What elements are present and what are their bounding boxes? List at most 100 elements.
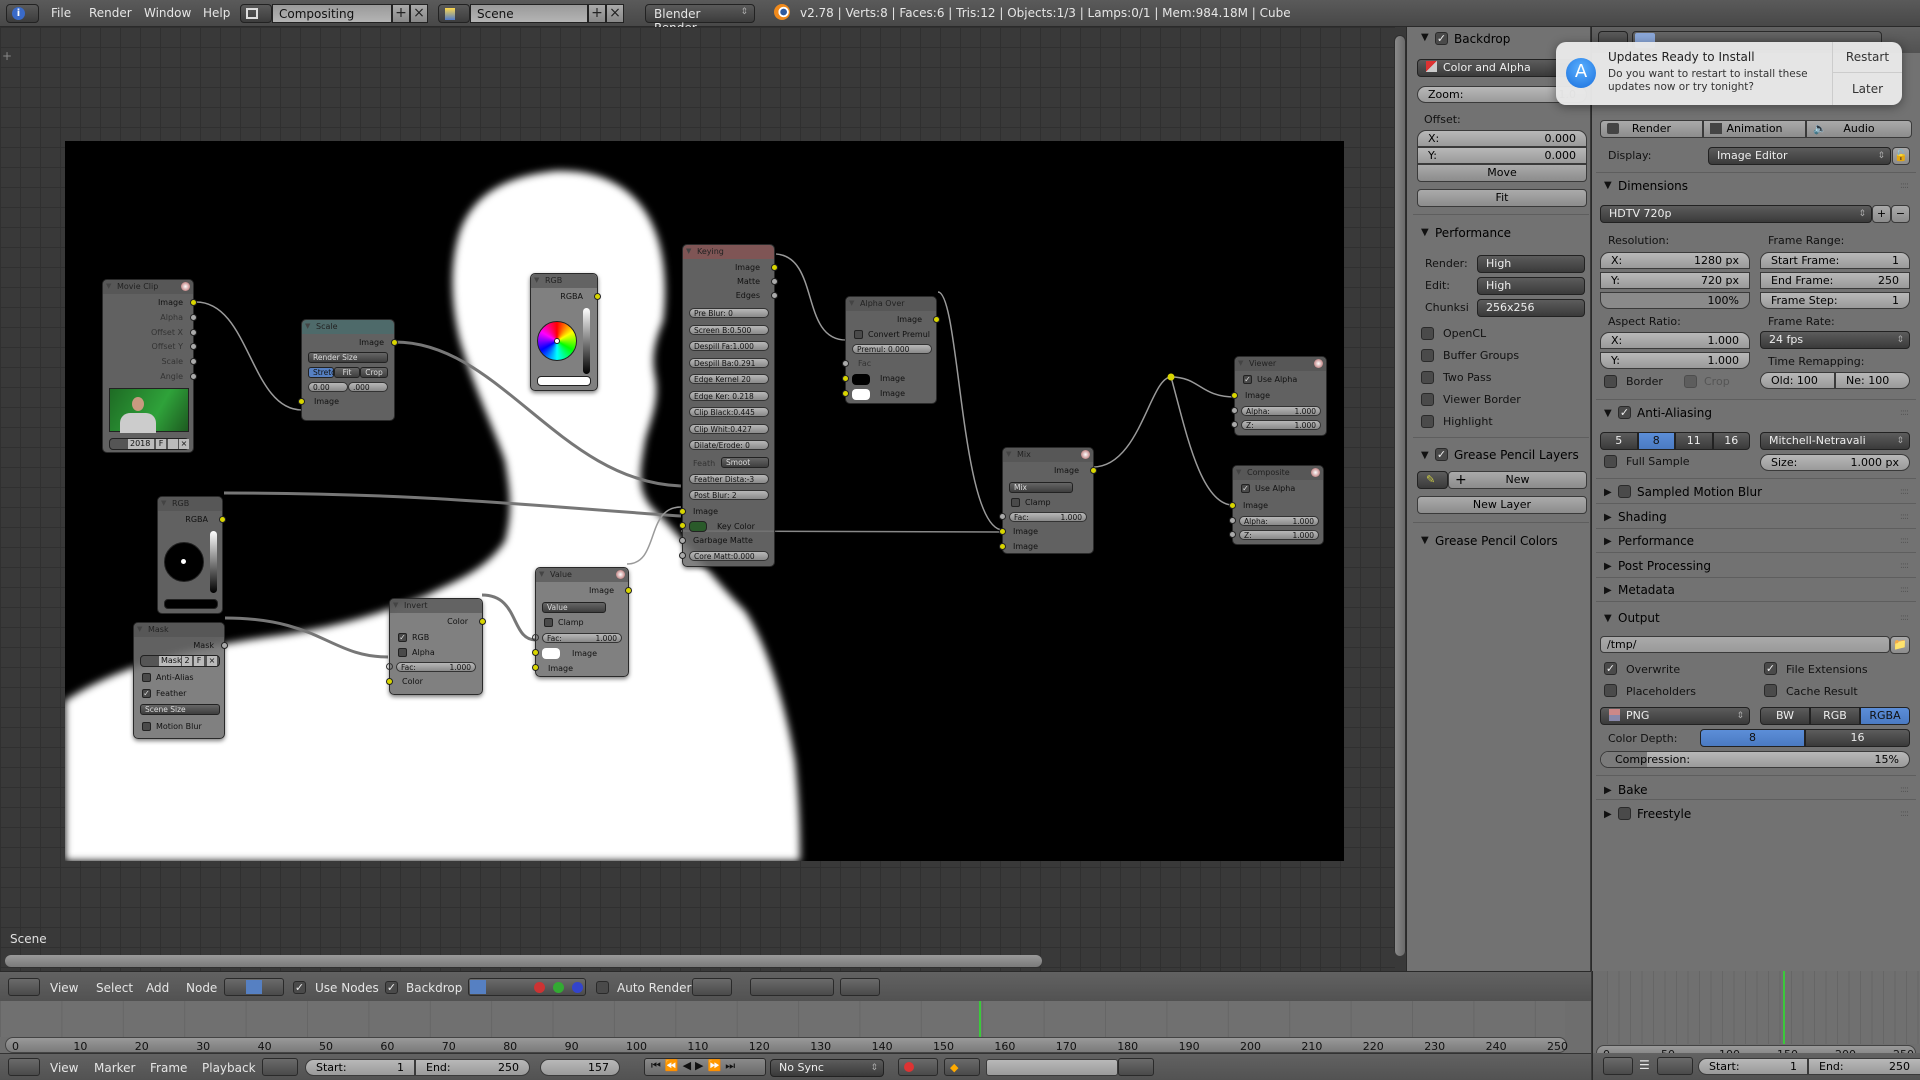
editor-type-button[interactable] bbox=[8, 978, 40, 996]
keying-param-field[interactable]: Clip Black:0.445 bbox=[689, 407, 769, 417]
socket[interactable] bbox=[1231, 392, 1238, 399]
panel-header-backdrop[interactable]: Backdrop bbox=[1454, 32, 1510, 46]
value-slider[interactable] bbox=[583, 308, 590, 374]
keying-set-field[interactable] bbox=[986, 1059, 1118, 1076]
z-field[interactable]: Z: 1.000 bbox=[1241, 420, 1321, 430]
full-sample-checkbox[interactable] bbox=[1604, 455, 1617, 468]
socket[interactable] bbox=[679, 522, 686, 529]
editor-type-button[interactable] bbox=[1603, 1057, 1633, 1075]
node-mask[interactable]: Mask Mask Mask 2 F × Anti-Alias ✓ Feathe… bbox=[133, 622, 228, 739]
socket[interactable] bbox=[386, 678, 393, 685]
node-editor-canvas[interactable]: + Scene Movie Clip Image Alpha bbox=[0, 27, 1395, 971]
node-movie-clip[interactable]: Movie Clip Image Alpha Offset X Offset Y… bbox=[102, 279, 197, 453]
frame-step-field[interactable]: Frame Step: 1 bbox=[1760, 292, 1910, 309]
open-folder-icon[interactable] bbox=[168, 439, 178, 449]
color-mode-rgba[interactable]: RGBA bbox=[1860, 707, 1910, 725]
backdrop-toggle-checkbox[interactable]: ✓ bbox=[1435, 32, 1448, 45]
snap-buttons[interactable] bbox=[750, 978, 834, 996]
color-wheel[interactable] bbox=[537, 321, 577, 361]
clamp-checkbox[interactable] bbox=[544, 618, 553, 627]
node-scale[interactable]: Scale Image Render Size Stretc Fit Crop … bbox=[298, 319, 398, 421]
expand-arrow-icon[interactable]: ▶ bbox=[1604, 585, 1612, 596]
offset-x-field[interactable]: 0.00 bbox=[308, 382, 348, 392]
socket[interactable] bbox=[1229, 531, 1236, 538]
blend-mode-dropdown[interactable]: Value bbox=[542, 602, 606, 613]
border-checkbox[interactable] bbox=[1604, 375, 1617, 388]
panel-header-freestyle[interactable]: Freestyle bbox=[1637, 807, 1691, 821]
socket[interactable] bbox=[221, 642, 228, 649]
offset-x-field[interactable]: X: 0.000 bbox=[1417, 130, 1587, 147]
use-alpha-checkbox[interactable]: ✓ bbox=[1241, 484, 1250, 493]
socket[interactable] bbox=[532, 634, 539, 641]
expand-arrow-icon[interactable]: ▶ bbox=[1604, 512, 1612, 523]
fake-user-button[interactable]: F bbox=[156, 439, 166, 449]
fac-field[interactable]: Fac: 1.000 bbox=[1009, 512, 1087, 522]
red-channel-icon[interactable] bbox=[534, 982, 545, 993]
playhead[interactable] bbox=[1783, 971, 1786, 1044]
new-grease-pencil-button[interactable]: + New bbox=[1448, 471, 1587, 489]
panel-header-collapsed[interactable]: Sampled Motion Blur bbox=[1637, 485, 1762, 499]
render-quality-dropdown[interactable]: High bbox=[1477, 255, 1585, 273]
keying-param-field[interactable]: Despill Ba:0.291 bbox=[689, 357, 769, 368]
color-depth-16[interactable]: 16 bbox=[1805, 729, 1910, 747]
grease-pencil-toggle-checkbox[interactable]: ✓ bbox=[1435, 448, 1448, 461]
socket[interactable] bbox=[1231, 407, 1238, 414]
menu-node[interactable]: Node bbox=[186, 981, 217, 995]
panel-header-dimensions[interactable]: Dimensions bbox=[1618, 179, 1688, 193]
option-stretch[interactable]: Stretc bbox=[308, 367, 335, 378]
remap-old-field[interactable]: Old: 100 bbox=[1760, 372, 1835, 389]
socket[interactable] bbox=[190, 343, 197, 350]
delete-layout-button[interactable]: × bbox=[410, 4, 428, 23]
chunk-size-dropdown[interactable]: 256x256 bbox=[1477, 299, 1585, 317]
clip-selector[interactable]: 2018 F × bbox=[109, 438, 189, 450]
auto-render-checkbox[interactable] bbox=[596, 981, 609, 994]
info-editor-type-button[interactable]: i bbox=[6, 4, 39, 23]
preview-range-toggle[interactable] bbox=[1657, 1057, 1693, 1075]
blend-mode-dropdown[interactable]: Mix bbox=[1009, 482, 1073, 493]
use-nodes-checkbox[interactable]: ✓ bbox=[293, 981, 306, 994]
socket[interactable] bbox=[594, 293, 601, 300]
expand-arrow-icon[interactable]: ▶ bbox=[1604, 487, 1612, 498]
panel-header-collapsed[interactable]: Performance bbox=[1618, 534, 1694, 548]
option-crop[interactable]: Crop bbox=[360, 367, 388, 378]
rgb-checkbox[interactable]: ✓ bbox=[398, 633, 407, 642]
keying-param-field[interactable]: Edge Kernel 20 bbox=[689, 374, 769, 384]
socket[interactable] bbox=[999, 513, 1006, 520]
add-scene-button[interactable]: + bbox=[588, 4, 606, 23]
socket[interactable] bbox=[679, 537, 686, 544]
move-button[interactable]: Move bbox=[1417, 164, 1587, 182]
alpha-field[interactable]: Alpha: 1.000 bbox=[1239, 516, 1319, 526]
cache-result-checkbox[interactable] bbox=[1764, 684, 1777, 697]
playhead[interactable] bbox=[978, 1001, 981, 1037]
node-viewer[interactable]: Viewer ✓ Use Alpha Image Alpha: 1.000 Z: 1… bbox=[1231, 356, 1327, 436]
socket[interactable] bbox=[219, 516, 226, 523]
socket[interactable] bbox=[532, 664, 539, 671]
add-layout-button[interactable]: + bbox=[392, 4, 410, 23]
frame-ruler[interactable]: 0 10 20 30 40 50 60 70 80 90 100 110 120 130 140 150 160… bbox=[5, 1037, 1568, 1053]
display-dropdown[interactable]: Image Editor ⇕ bbox=[1708, 147, 1891, 165]
menu-icon[interactable]: ☰ bbox=[1639, 1058, 1650, 1072]
clamp-checkbox[interactable] bbox=[1011, 498, 1020, 507]
socket[interactable] bbox=[1229, 517, 1236, 524]
mask-name[interactable]: Mask bbox=[159, 656, 182, 666]
resolution-x-field[interactable]: X: 1280 px bbox=[1600, 252, 1750, 269]
key-color-swatch[interactable] bbox=[689, 521, 707, 532]
anti-alias-checkbox[interactable] bbox=[142, 673, 151, 682]
menu-frame[interactable]: Frame bbox=[150, 1061, 187, 1075]
keying-param-field[interactable]: Screen B:0.500 bbox=[689, 324, 769, 335]
socket[interactable] bbox=[1090, 467, 1097, 474]
aa-sample-8[interactable]: 8 bbox=[1637, 432, 1675, 450]
green-channel-icon[interactable] bbox=[553, 982, 564, 993]
socket[interactable] bbox=[771, 278, 778, 285]
socket[interactable] bbox=[190, 329, 197, 336]
clip-name[interactable]: 2018 bbox=[128, 439, 154, 449]
keying-param-field[interactable]: Dilate/Erode: 0 bbox=[689, 440, 769, 450]
lock-interface-icon[interactable]: 🔓 bbox=[1892, 147, 1910, 165]
delete-scene-button[interactable]: × bbox=[606, 4, 624, 23]
mask-selector[interactable]: Mask 2 F × bbox=[140, 655, 220, 667]
node-keying[interactable]: Keying Image Matte Edges Feath Smoot Fea… bbox=[679, 244, 778, 567]
start-field[interactable]: Start: 1 bbox=[305, 1059, 415, 1076]
aa-sample-11[interactable]: 11 bbox=[1675, 432, 1713, 450]
socket[interactable] bbox=[842, 390, 849, 397]
aa-sample-5[interactable]: 5 bbox=[1600, 432, 1638, 450]
